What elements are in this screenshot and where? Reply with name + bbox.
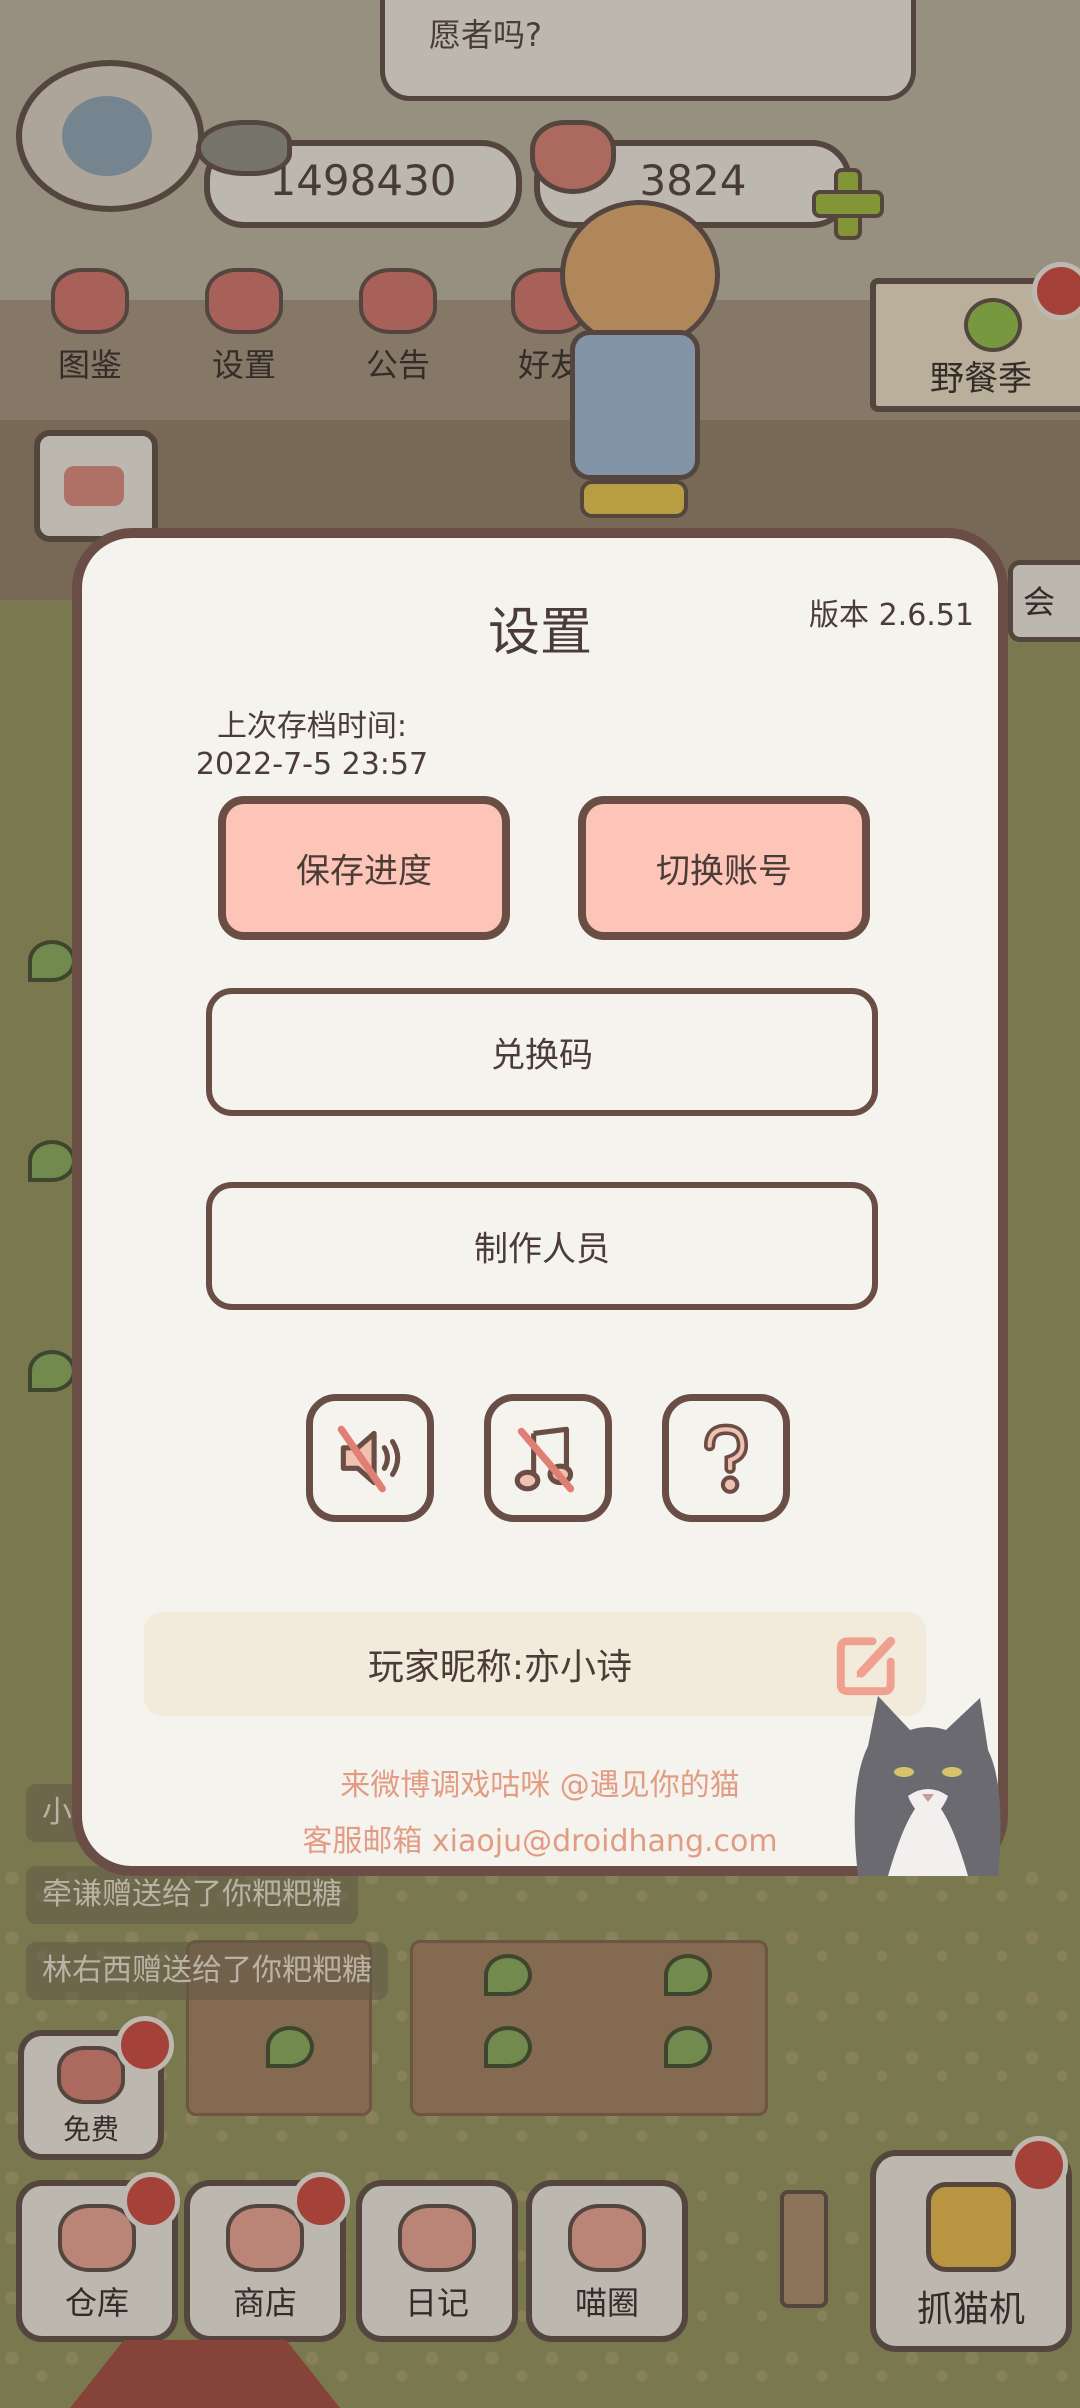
nickname-bar: 玩家昵称:亦小诗	[144, 1612, 926, 1716]
credits-label: 制作人员	[474, 1229, 610, 1270]
music-muted-icon	[514, 1426, 575, 1493]
last-save-time: 2022-7-5 23:57	[195, 747, 429, 782]
switch-account-label: 切换账号	[656, 851, 792, 892]
help-button[interactable]	[662, 1394, 790, 1522]
redeem-code-label: 兑换码	[491, 1035, 593, 1076]
settings-panel: 设置 版本 2.6.51 上次存档时间: 2022-7-5 23:57 保存进度…	[72, 528, 1008, 1876]
credits-button[interactable]: 制作人员	[206, 1182, 878, 1310]
nickname-text: 玩家昵称:亦小诗	[367, 1647, 633, 1688]
music-toggle-button[interactable]	[484, 1394, 612, 1522]
save-progress-button[interactable]: 保存进度	[218, 796, 510, 940]
save-progress-label: 保存进度	[296, 851, 432, 892]
help-icon	[703, 1423, 749, 1494]
last-save-label: 上次存档时间:	[216, 709, 408, 744]
version-text: 版本 2.6.51	[809, 598, 974, 633]
sound-muted-icon	[337, 1425, 401, 1493]
cat-photo-icon	[854, 1696, 1001, 1876]
sound-toggle-button[interactable]	[306, 1394, 434, 1522]
switch-account-button[interactable]: 切换账号	[578, 796, 870, 940]
last-save-info: 上次存档时间: 2022-7-5 23:57	[182, 708, 442, 784]
redeem-code-button[interactable]: 兑换码	[206, 988, 878, 1116]
